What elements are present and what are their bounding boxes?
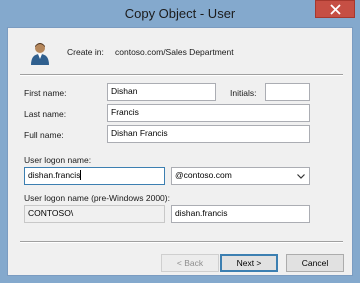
- logon-name-field[interactable]: dishan.francis: [24, 167, 165, 185]
- header-separator: [20, 74, 343, 76]
- text-caret: [80, 170, 82, 180]
- logon-name-label: User logon name:: [24, 155, 92, 165]
- first-name-field[interactable]: Dishan: [107, 83, 216, 101]
- initials-field[interactable]: [265, 83, 310, 101]
- initials-label: Initials:: [230, 88, 257, 98]
- full-name-label: Full name:: [24, 130, 64, 140]
- next-button[interactable]: Next >: [220, 254, 278, 272]
- domain-select[interactable]: @contoso.com: [171, 167, 310, 185]
- title-bar[interactable]: Copy Object - User: [0, 0, 360, 27]
- first-name-label: First name:: [24, 88, 67, 98]
- close-icon: [330, 4, 341, 15]
- user-icon: [31, 43, 49, 65]
- footer-separator: [20, 241, 343, 243]
- pre2000-domain-field: CONTOSO\: [24, 205, 165, 223]
- last-name-label: Last name:: [24, 109, 67, 119]
- pre2000-label: User logon name (pre-Windows 2000):: [24, 193, 170, 203]
- logon-name-value: dishan.francis: [28, 170, 81, 180]
- last-name-field[interactable]: Francis: [107, 104, 310, 122]
- chevron-down-icon: [297, 174, 305, 179]
- create-in-value: contoso.com/Sales Department: [115, 47, 234, 57]
- back-button[interactable]: < Back: [161, 254, 219, 272]
- close-button[interactable]: [315, 0, 355, 18]
- copy-object-user-window: Copy Object - User Create in: contoso.co…: [0, 0, 360, 283]
- dialog-body: Create in: contoso.com/Sales Department …: [7, 27, 353, 276]
- cancel-button[interactable]: Cancel: [286, 254, 344, 272]
- create-in-label: Create in:: [67, 47, 104, 57]
- window-title: Copy Object - User: [124, 6, 236, 21]
- full-name-field[interactable]: Dishan Francis: [107, 125, 310, 143]
- pre2000-user-field[interactable]: dishan.francis: [171, 205, 310, 223]
- domain-select-value: @contoso.com: [175, 170, 232, 180]
